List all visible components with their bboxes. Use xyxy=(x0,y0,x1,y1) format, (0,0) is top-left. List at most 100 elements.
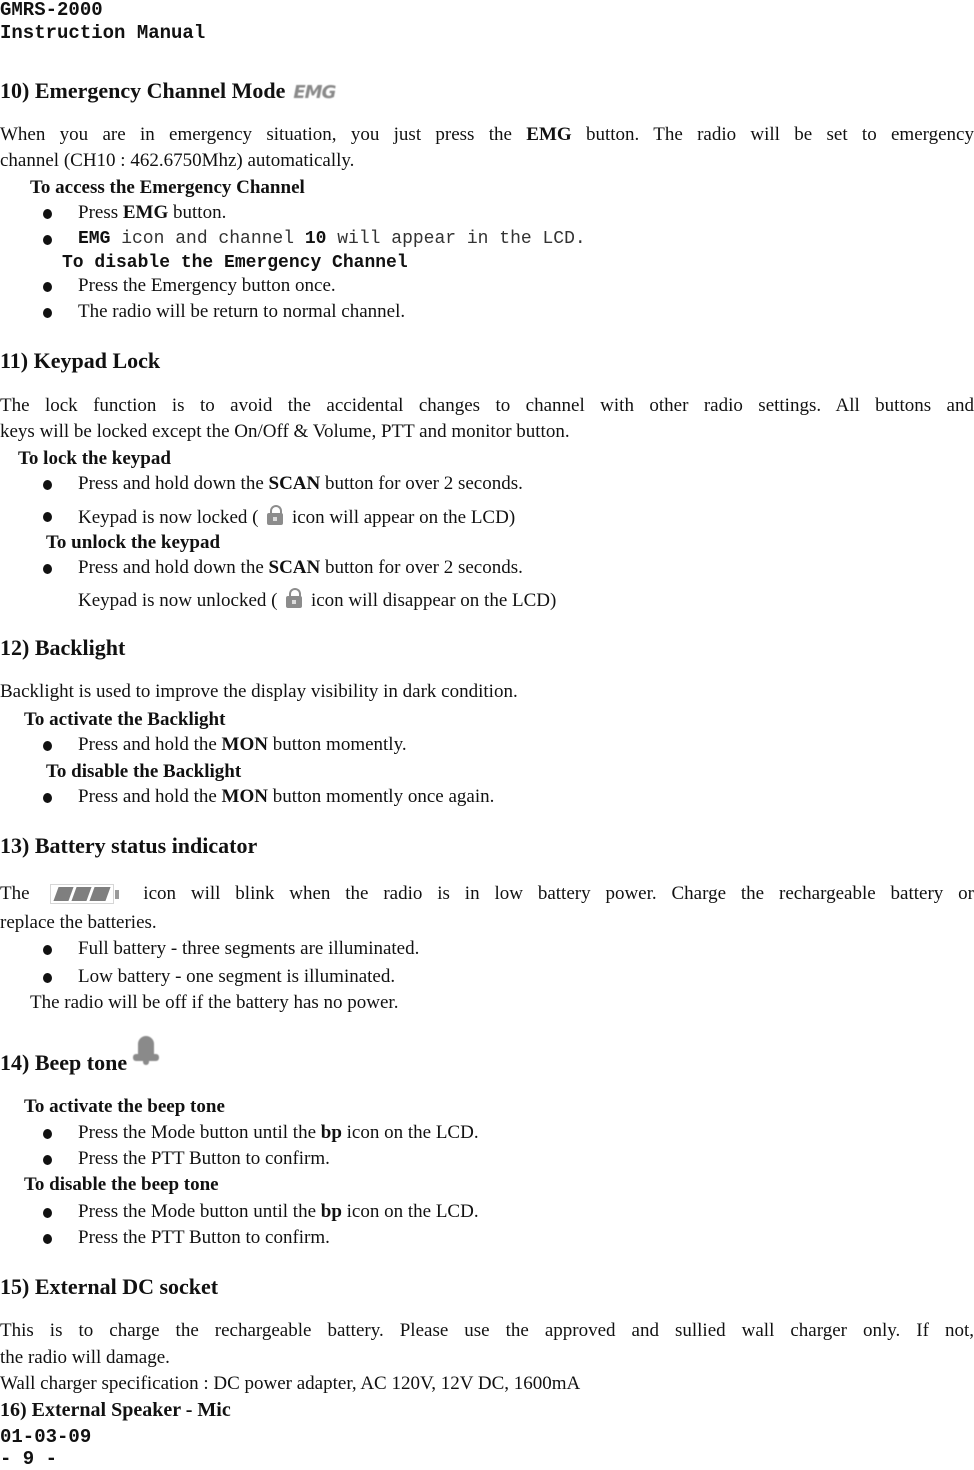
text: icon will disappear on the LCD) xyxy=(306,590,557,611)
list-item: Press and hold down the SCAN button for … xyxy=(78,557,523,579)
list-item: Press and hold the MON button momently o… xyxy=(78,786,494,808)
text: When you are in emergency situation, you… xyxy=(0,124,527,145)
channel-number: 10 xyxy=(304,229,327,249)
bullet-icon xyxy=(43,512,52,522)
text: button. xyxy=(168,202,227,223)
icon-name: EMG xyxy=(78,229,111,249)
section-heading-13: 13) Battery status indicator xyxy=(0,833,258,858)
bullet-icon xyxy=(43,308,52,318)
list-item: Press EMG button. xyxy=(78,202,226,224)
subheading: To access the Emergency Channel xyxy=(30,177,305,198)
list-item: Press and hold down the SCAN button for … xyxy=(78,473,523,495)
section-heading-text: 14) Beep tone xyxy=(0,1050,128,1075)
list-item: EMG icon and channel 10 will appear in t… xyxy=(78,229,586,249)
text: icon on the LCD. xyxy=(341,1201,479,1222)
button-name: SCAN xyxy=(268,557,321,578)
section-heading-11: 11) Keypad Lock xyxy=(0,348,161,373)
bullet-icon xyxy=(43,1155,52,1165)
text: Press xyxy=(78,202,123,223)
list-item: Low battery - one segment is illuminated… xyxy=(78,966,396,987)
icon-name: bp xyxy=(320,1201,342,1222)
text: will appear in the LCD. xyxy=(326,229,586,249)
text: Press and hold down the xyxy=(78,473,269,494)
subheading: To disable the beep tone xyxy=(24,1174,219,1195)
paragraph: The icon will blink when the radio is in… xyxy=(0,883,974,906)
list-item: Keypad is now unlocked ( icon will disap… xyxy=(78,588,556,612)
lock-icon xyxy=(286,588,303,608)
bullet-icon xyxy=(43,793,52,803)
list-item: Press the Mode button until the bp icon … xyxy=(78,1201,479,1223)
footer-date: 01-03-09 xyxy=(0,1426,92,1448)
text: icon will blink when the radio is in low… xyxy=(143,883,974,904)
list-item: Full battery - three segments are illumi… xyxy=(78,938,420,959)
text: Keypad is now locked ( xyxy=(78,507,264,528)
list-item: Press the Emergency button once. xyxy=(78,275,336,296)
paragraph: the radio will damage. xyxy=(0,1347,170,1368)
bullet-icon xyxy=(43,741,52,751)
bullet-icon xyxy=(43,1129,52,1139)
subheading: To unlock the keypad xyxy=(46,532,221,553)
list-item: Press the Mode button until the bp icon … xyxy=(78,1122,479,1144)
bullet-icon xyxy=(43,945,52,955)
subheading: To activate the beep tone xyxy=(24,1096,225,1117)
text: Press and hold down the xyxy=(78,557,269,578)
text: icon will appear on the LCD) xyxy=(287,507,516,528)
list-item: Press and hold the MON button momently. xyxy=(78,734,407,756)
button-name: EMG xyxy=(122,202,169,223)
subheading: To lock the keypad xyxy=(18,448,171,469)
bullet-icon xyxy=(43,235,52,245)
paragraph: channel (CH10 : 462.6750Mhz) automatical… xyxy=(0,150,355,171)
text: The xyxy=(0,883,30,904)
text: Press and hold the xyxy=(78,734,222,755)
paragraph: This is to charge the rechargeable batte… xyxy=(0,1320,974,1341)
text: icon on the LCD. xyxy=(341,1122,479,1143)
text: button for over 2 seconds. xyxy=(320,473,523,494)
text: Press the Mode button until the xyxy=(78,1122,321,1143)
section-heading-10: 10) Emergency Channel Mode EMG xyxy=(0,78,336,104)
charger-spec: Wall charger specification : DC power ad… xyxy=(0,1373,581,1394)
document-title: Instruction Manual xyxy=(0,22,206,44)
bullet-icon xyxy=(43,209,52,219)
bullet-icon xyxy=(43,282,52,292)
text: Press the Mode button until the xyxy=(78,1201,321,1222)
icon-name: bp xyxy=(320,1122,342,1143)
text: icon and channel xyxy=(110,229,305,249)
text: Keypad is now unlocked ( xyxy=(78,590,283,611)
emg-icon: EMG xyxy=(293,82,336,104)
subheading: To disable the Backlight xyxy=(46,761,242,782)
bullet-icon xyxy=(43,564,52,574)
paragraph: When you are in emergency situation, you… xyxy=(0,124,974,146)
bullet-icon xyxy=(43,1234,52,1244)
list-item: Keypad is now locked ( icon will appear … xyxy=(78,505,515,529)
list-item: Press the PTT Button to confirm. xyxy=(78,1148,330,1169)
button-name: SCAN xyxy=(268,473,321,494)
paragraph: keys will be locked except the On/Off & … xyxy=(0,421,570,442)
bullet-icon xyxy=(43,480,52,490)
section-heading-15: 15) External DC socket xyxy=(0,1274,219,1299)
section-heading-text: 10) Emergency Channel Mode xyxy=(0,78,286,103)
section-heading-12: 12) Backlight xyxy=(0,635,126,660)
paragraph: The lock function is to avoid the accide… xyxy=(0,395,974,416)
battery-icon xyxy=(50,883,122,906)
subheading: To disable the Emergency Channel xyxy=(62,253,408,273)
button-name: MON xyxy=(221,786,268,807)
button-name: MON xyxy=(221,734,268,755)
list-item: Press the PTT Button to confirm. xyxy=(78,1227,330,1248)
bullet-icon xyxy=(43,1208,52,1218)
text: button. The radio will be set to emergen… xyxy=(571,124,974,145)
text: button momently once again. xyxy=(267,786,495,807)
button-name: EMG xyxy=(526,124,572,145)
bell-icon xyxy=(133,1036,160,1068)
paragraph: replace the batteries. xyxy=(0,912,157,933)
text: button for over 2 seconds. xyxy=(320,557,523,578)
lock-icon xyxy=(267,505,284,525)
section-heading-16: 16) External Speaker - Mic xyxy=(0,1399,231,1421)
note: The radio will be off if the battery has… xyxy=(30,992,399,1013)
text: Press and hold the xyxy=(78,786,222,807)
text: button momently. xyxy=(267,734,407,755)
paragraph: Backlight is used to improve the display… xyxy=(0,681,518,702)
bullet-icon xyxy=(43,973,52,983)
document-model: GMRS-2000 xyxy=(0,0,103,21)
section-heading-14: 14) Beep tone xyxy=(0,1036,160,1076)
list-item: The radio will be return to normal chann… xyxy=(78,301,406,322)
